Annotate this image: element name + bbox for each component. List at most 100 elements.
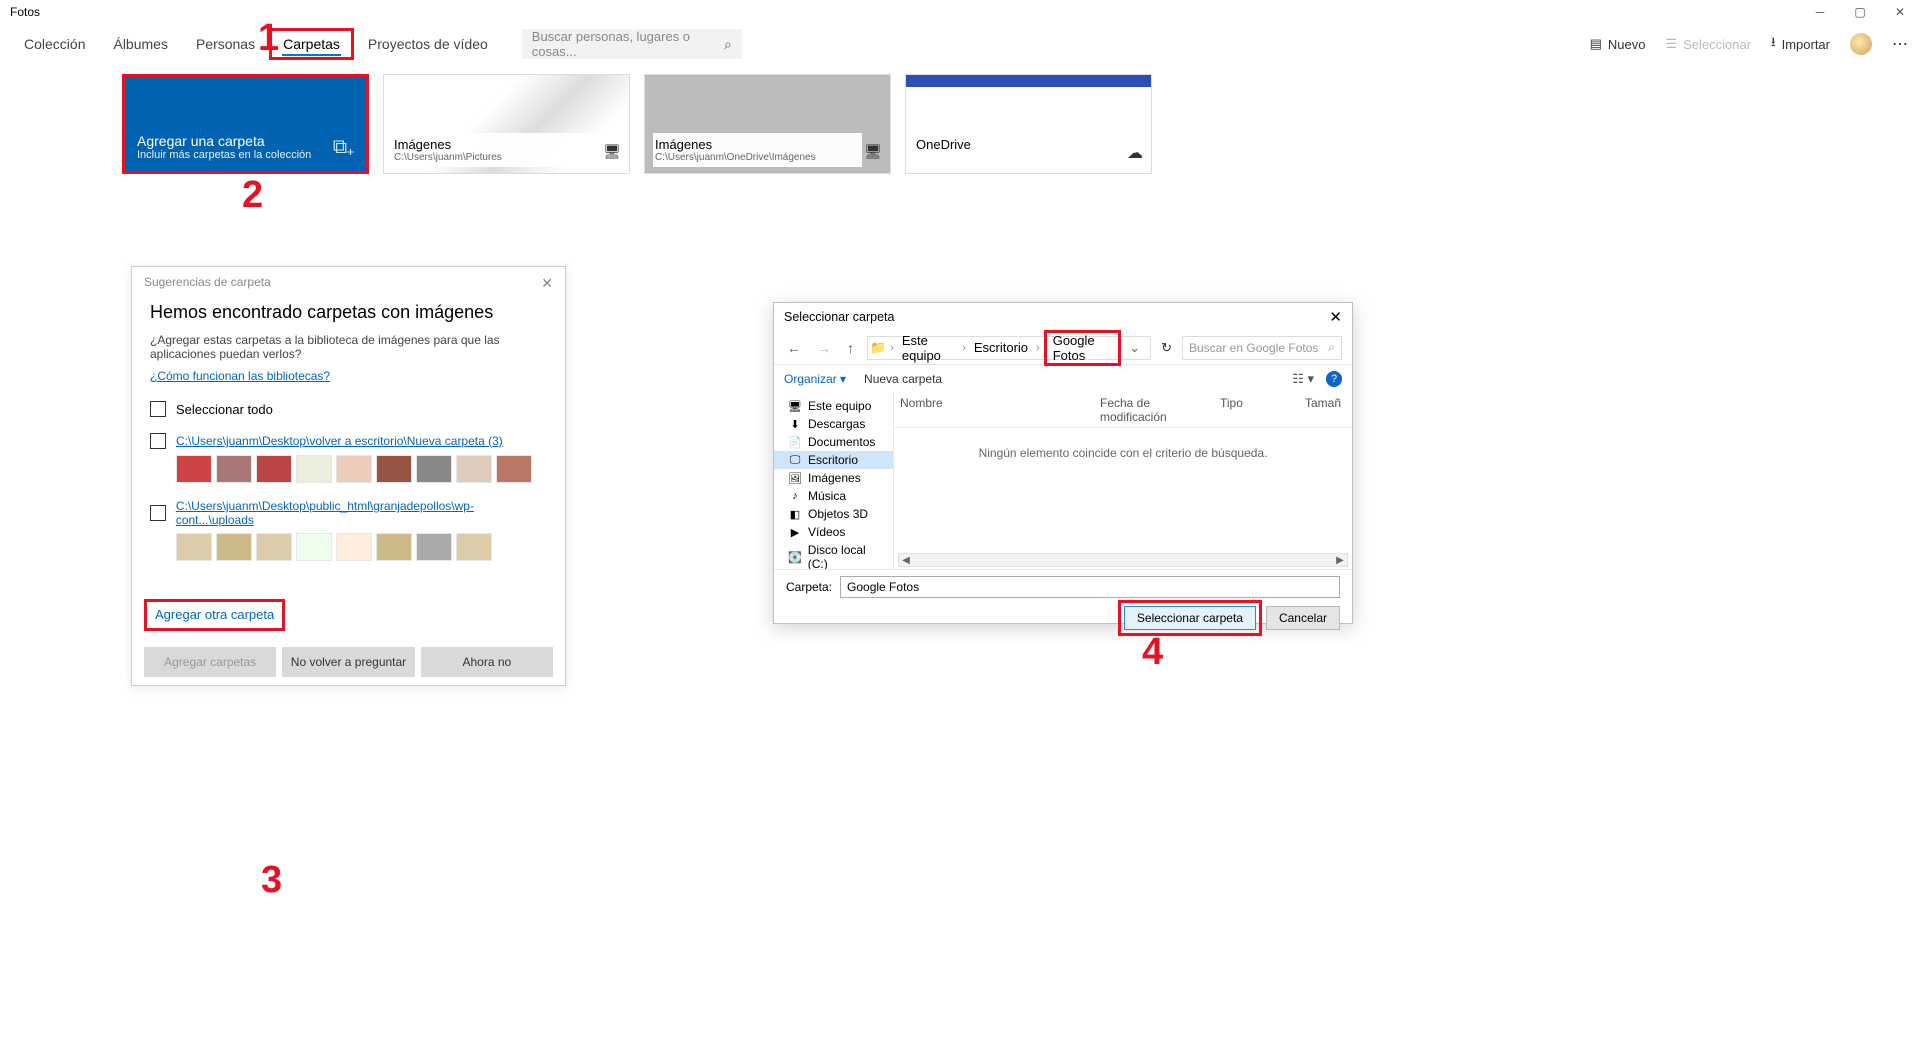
col-type[interactable]: Tipo (1214, 393, 1299, 427)
folder-card-onedrive[interactable]: OneDrive ☁ (905, 74, 1152, 174)
nav-forward-icon[interactable]: → (814, 340, 834, 356)
import-icon: ⭳ (1771, 33, 1776, 55)
nav-back-icon[interactable]: ← (784, 340, 804, 356)
picker-toolbar: Organizar ▾ Nueva carpeta ☷ ▾ ? (774, 365, 1352, 393)
help-icon[interactable]: ? (1326, 371, 1342, 387)
col-name[interactable]: Nombre (894, 393, 1094, 427)
music-icon: ♪ (788, 490, 802, 502)
breadcrumbs[interactable]: 📁 › Este equipo › Escritorio › Google Fo… (867, 336, 1151, 360)
add-folder-card[interactable]: Agregar una carpeta Incluir más carpetas… (122, 74, 369, 174)
picker-search-input[interactable]: Buscar en Google Fotos ⌕ (1182, 336, 1342, 360)
import-button[interactable]: ⭳ Importar (1771, 33, 1830, 55)
download-icon: ⬇ (788, 418, 802, 431)
horizontal-scrollbar[interactable]: ◀ ▶ (898, 553, 1348, 567)
refresh-icon[interactable]: ↻ (1161, 340, 1172, 356)
picker-search-placeholder: Buscar en Google Fotos (1189, 341, 1318, 355)
minimize-button[interactable]: ─ (1810, 5, 1830, 19)
picker-main: 🖥Este equipo ⬇Descargas 📄Documentos 🖵Esc… (774, 393, 1352, 569)
how-libraries-link[interactable]: ¿Cómo funcionan las bibliotecas? (150, 369, 330, 383)
cancel-button[interactable]: Cancelar (1266, 606, 1340, 630)
not-now-button[interactable]: Ahora no (421, 647, 553, 677)
chevron-right-icon: › (1036, 342, 1040, 354)
side-images[interactable]: 🖼Imágenes (774, 469, 893, 487)
folder-card-onedrive-images[interactable]: Imágenes C:\Users\juanm\OneDrive\Imágene… (644, 74, 891, 174)
folder-suggestions-dialog: Sugerencias de carpeta ✕ Hemos encontrad… (131, 266, 566, 686)
col-size[interactable]: Tamañ (1299, 393, 1352, 427)
select-button[interactable]: ☰ Seleccionar (1665, 36, 1751, 52)
side-desktop[interactable]: 🖵Escritorio (774, 451, 893, 469)
thumbnail (296, 533, 332, 561)
close-button[interactable]: ✕ (1890, 5, 1910, 19)
video-icon: ▶ (788, 526, 802, 539)
close-icon[interactable]: ✕ (1329, 308, 1342, 326)
tab-people[interactable]: Personas (182, 28, 269, 60)
crumb-desktop[interactable]: Escritorio (970, 339, 1032, 356)
add-folders-button[interactable]: Agregar carpetas (144, 647, 276, 677)
tab-video-projects[interactable]: Proyectos de vídeo (354, 28, 502, 60)
tab-albums[interactable]: Álbumes (99, 28, 181, 60)
dialog-description: ¿Agregar estas carpetas a la biblioteca … (150, 333, 547, 361)
side-music[interactable]: ♪Música (774, 487, 893, 505)
picker-file-list: Nombre Fecha de modificación Tipo Tamañ … (894, 393, 1352, 569)
folder-name-input[interactable] (840, 576, 1340, 598)
select-all-checkbox[interactable] (150, 401, 166, 417)
folder-meta: OneDrive (914, 133, 1123, 156)
cloud-icon: ☁ (1127, 143, 1143, 163)
device-icon: 🖥 (603, 143, 621, 160)
thumbnail (336, 533, 372, 561)
folder-checkbox-1[interactable] (150, 433, 166, 449)
side-thispc[interactable]: 🖥Este equipo (774, 397, 893, 415)
folder-path-2[interactable]: C:\Users\juanm\Desktop\public_html\granj… (176, 499, 547, 527)
new-button[interactable]: ▤ Nuevo (1590, 36, 1646, 52)
search-placeholder: Buscar personas, lugares o cosas... (532, 29, 724, 59)
maximize-button[interactable]: ▢ (1850, 5, 1870, 19)
picker-navbar: ← → ↑ 📁 › Este equipo › Escritorio › Goo… (774, 331, 1352, 365)
images-icon: 🖼 (788, 472, 802, 485)
scroll-right-icon[interactable]: ▶ (1333, 555, 1347, 566)
col-date[interactable]: Fecha de modificación (1094, 393, 1214, 427)
side-downloads[interactable]: ⬇Descargas (774, 415, 893, 433)
side-objects3d[interactable]: ◧Objetos 3D (774, 505, 893, 523)
chevron-down-icon[interactable]: ⌄ (1125, 340, 1144, 356)
dont-ask-button[interactable]: No volver a preguntar (282, 647, 414, 677)
top-actions: ▤ Nuevo ☰ Seleccionar ⭳ Importar ⋯ (1590, 33, 1910, 55)
thumbnails-row-2 (176, 533, 547, 561)
folder-icon: 📁 (870, 340, 886, 356)
thumbnail (336, 455, 372, 483)
select-folder-button[interactable]: Seleccionar carpeta (1124, 606, 1256, 630)
step-number-2: 2 (242, 174, 263, 217)
app-title: Fotos (10, 5, 40, 19)
close-icon[interactable]: ✕ (541, 275, 553, 292)
thumbnail (176, 533, 212, 561)
add-another-folder-link[interactable]: Agregar otra carpeta (155, 607, 274, 622)
scroll-left-icon[interactable]: ◀ (899, 555, 913, 566)
thumbnails-row-1 (176, 455, 547, 483)
picker-title: Seleccionar carpeta (784, 310, 894, 324)
side-documents[interactable]: 📄Documentos (774, 433, 893, 451)
new-folder-button[interactable]: Nueva carpeta (864, 372, 942, 386)
new-icon: ▤ (1590, 36, 1602, 52)
crumb-google-fotos[interactable]: Google Fotos (1044, 330, 1121, 366)
search-input[interactable]: Buscar personas, lugares o cosas... ⌕ (522, 29, 742, 59)
tab-collection[interactable]: Colección (10, 28, 99, 60)
user-avatar[interactable] (1850, 33, 1872, 55)
folder-checkbox-2[interactable] (150, 505, 166, 521)
side-diskc[interactable]: 💽Disco local (C:) (774, 541, 893, 569)
more-button[interactable]: ⋯ (1892, 34, 1910, 54)
desktop-icon: 🖵 (788, 454, 802, 467)
dialog-header: Sugerencias de carpeta (144, 275, 271, 292)
organize-dropdown[interactable]: Organizar ▾ (784, 372, 846, 386)
thumbnail (376, 533, 412, 561)
thumbnail (416, 455, 452, 483)
folder-path-1[interactable]: C:\Users\juanm\Desktop\volver a escritor… (176, 434, 503, 448)
thumbnail (216, 455, 252, 483)
tab-folders[interactable]: Carpetas (269, 28, 354, 60)
nav-up-icon[interactable]: ↑ (844, 340, 857, 356)
crumb-thispc[interactable]: Este equipo (898, 332, 958, 364)
folder-card-pictures[interactable]: Imágenes C:\Users\juanm\Pictures 🖥 (383, 74, 630, 174)
side-videos[interactable]: ▶Vídeos (774, 523, 893, 541)
device-icon: 🖥 (864, 143, 882, 160)
view-options-icon[interactable]: ☷ ▾ (1292, 371, 1314, 387)
select-all-label: Seleccionar todo (176, 402, 273, 417)
picker-sidebar: 🖥Este equipo ⬇Descargas 📄Documentos 🖵Esc… (774, 393, 894, 569)
